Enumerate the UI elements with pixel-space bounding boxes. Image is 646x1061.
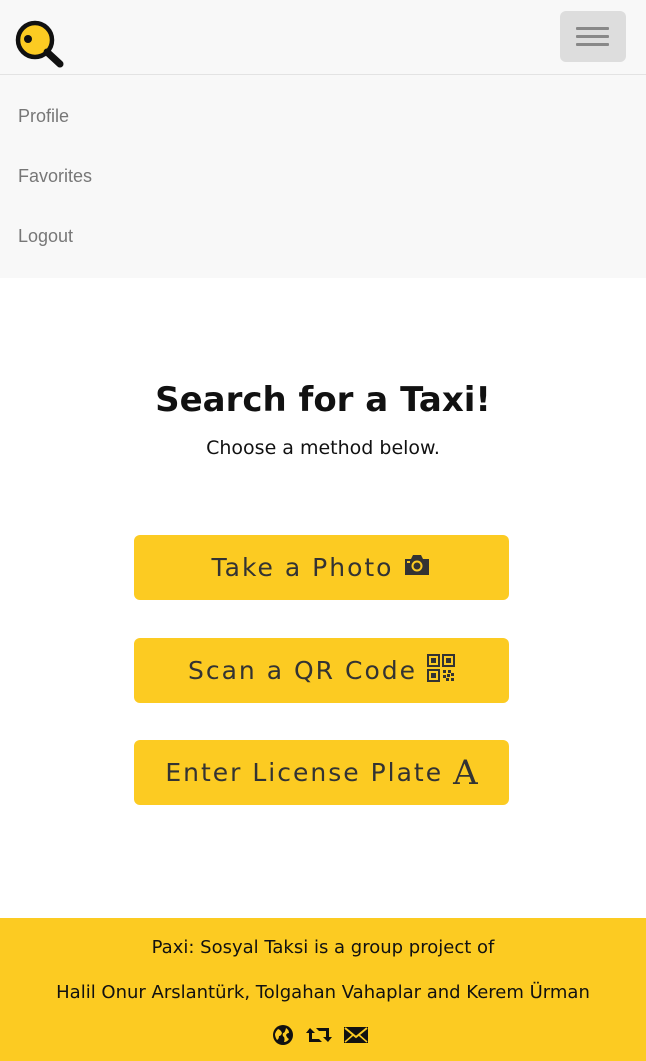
magnifier-logo-icon[interactable] (15, 20, 65, 68)
page-subtitle: Choose a method below. (206, 437, 440, 459)
scan-qr-button[interactable]: Scan a QR Code (134, 638, 509, 703)
hamburger-menu-icon[interactable] (560, 11, 626, 62)
qr-code-icon (427, 653, 455, 688)
nav-item-favorites[interactable]: Favorites (18, 166, 92, 187)
scan-qr-label: Scan a QR Code (188, 656, 417, 685)
camera-icon (403, 553, 431, 583)
take-photo-label: Take a Photo (211, 553, 394, 582)
menu-bar (576, 35, 609, 38)
footer: Paxi: Sosyal Taksi is a group project of… (0, 918, 646, 1061)
menu-bar (576, 43, 609, 46)
footer-authors-text: Halil Onur Arslantürk, Tolgahan Vahaplar… (56, 982, 590, 1003)
letter-a-icon: A (453, 752, 478, 793)
globe-icon[interactable] (272, 1024, 294, 1050)
footer-icons (272, 1025, 372, 1049)
footer-project-text: Paxi: Sosyal Taksi is a group project of (151, 937, 495, 958)
retweet-icon[interactable] (306, 1024, 332, 1050)
navbar-header (0, 0, 646, 75)
envelope-icon[interactable] (344, 1025, 368, 1049)
enter-license-plate-button[interactable]: Enter License Plate A (134, 740, 509, 805)
navbar: Profile Favorites Logout (0, 0, 646, 278)
take-photo-button[interactable]: Take a Photo (134, 535, 509, 600)
nav-item-logout[interactable]: Logout (18, 226, 73, 247)
menu-bar (576, 27, 609, 30)
enter-license-plate-label: Enter License Plate (165, 758, 444, 787)
page-title: Search for a Taxi! (155, 380, 491, 420)
nav-item-profile[interactable]: Profile (18, 106, 69, 127)
